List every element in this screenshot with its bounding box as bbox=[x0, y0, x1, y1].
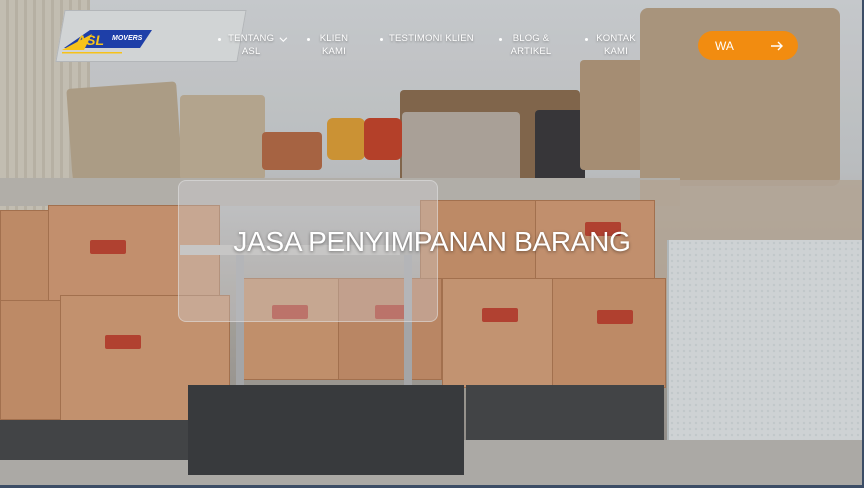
nav-item-label: KLIEN KAMI bbox=[319, 33, 349, 57]
nav-item-klien-kami[interactable]: KLIEN KAMI bbox=[307, 32, 353, 58]
nav-item-kontak-kami[interactable]: KONTAK KAMI bbox=[585, 32, 641, 58]
nav-item-testimoni-klien[interactable]: TESTIMONI KLIEN bbox=[380, 32, 480, 45]
bullet-icon bbox=[380, 38, 383, 41]
nav-item-tentang-asl[interactable]: TENTANG ASL bbox=[218, 32, 288, 58]
arrow-right-icon bbox=[771, 41, 783, 50]
nav-item-label: KONTAK KAMI bbox=[596, 33, 636, 57]
nav-item-label: TESTIMONI KLIEN bbox=[389, 33, 474, 44]
nav-item-blog-artikel[interactable]: BLOG & ARTIKEL bbox=[499, 32, 555, 58]
nav-item-label: TENTANG ASL bbox=[228, 33, 275, 57]
bullet-icon bbox=[499, 38, 502, 41]
whatsapp-button-label: WA bbox=[715, 38, 734, 53]
whatsapp-button[interactable]: WA bbox=[698, 31, 798, 60]
bullet-icon bbox=[585, 38, 588, 41]
bullet-icon bbox=[307, 38, 310, 41]
chevron-down-icon bbox=[279, 37, 288, 43]
nav-item-label: BLOG & ARTIKEL bbox=[510, 33, 552, 57]
bullet-icon bbox=[218, 38, 221, 41]
hero-title: JASA PENYIMPANAN BARANG bbox=[233, 226, 631, 257]
